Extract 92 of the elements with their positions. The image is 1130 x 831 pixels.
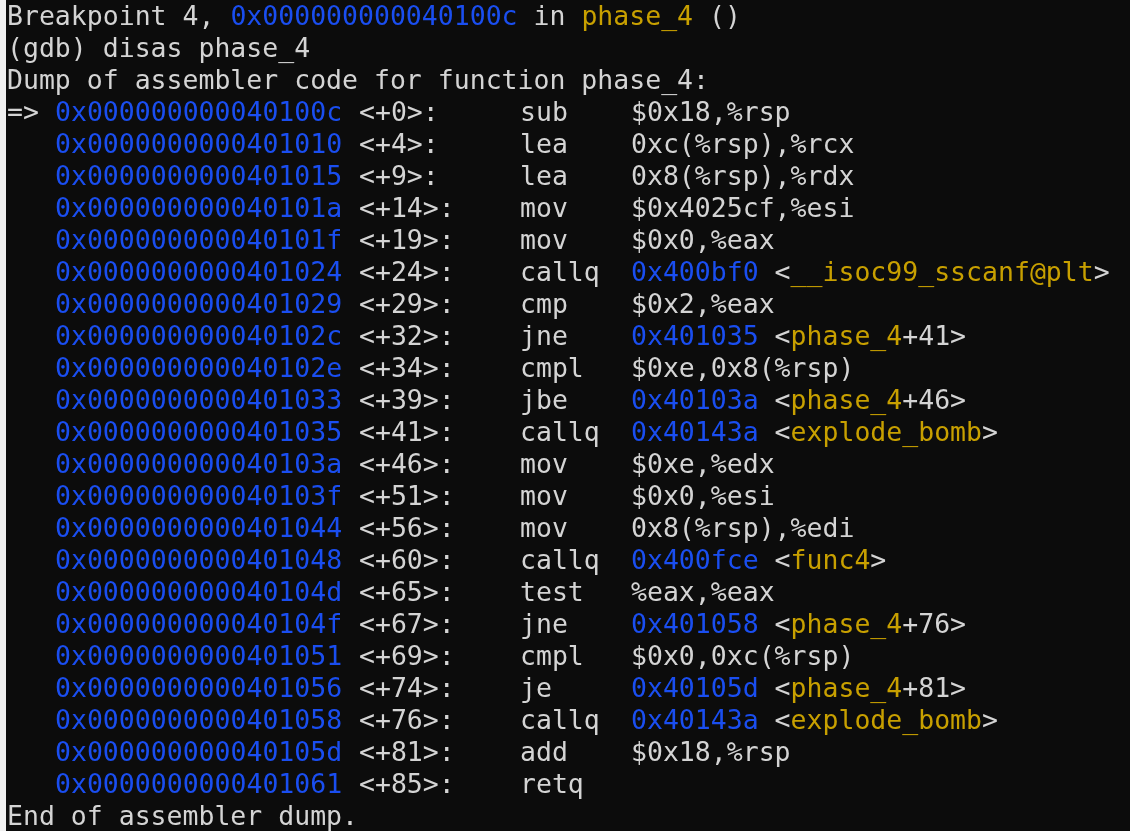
instruction-mnemonic: mov [520, 512, 568, 543]
instruction-operands: $0x18,%rsp [631, 736, 791, 768]
instruction-offset: <+85>: [359, 768, 455, 799]
instruction-operands: 0x40143a <explode_bomb> [631, 704, 998, 736]
instruction-offset: <+34>: [359, 352, 455, 383]
instruction-offset: <+69>: [359, 640, 455, 671]
instruction-address: 0x000000000040104d [55, 576, 343, 607]
instruction-operands: %eax,%eax [631, 576, 775, 608]
instruction-address: 0x000000000040105d [55, 736, 343, 767]
instruction-offset: <+81>: [359, 736, 455, 767]
instruction-offset: <+19>: [359, 224, 455, 255]
instruction-address: 0x000000000040100c [55, 96, 343, 127]
instruction-operands: $0x4025cf,%esi [631, 192, 855, 224]
instruction-mnemonic: mov [520, 480, 568, 511]
instruction-mnemonic: cmp [520, 288, 568, 319]
instruction-address: 0x000000000040101a [55, 192, 343, 223]
instruction-offset: <+14>: [359, 192, 455, 223]
instruction-operands: $0x2,%eax [631, 288, 775, 320]
instruction-mnemonic: callq [520, 544, 600, 575]
instruction-offset: <+0>: [359, 96, 439, 127]
instruction-mnemonic: jbe [520, 384, 568, 415]
current-instruction-arrow: => [7, 96, 39, 127]
instruction-offset: <+32>: [359, 320, 455, 351]
instruction-address: 0x000000000040102c [55, 320, 343, 351]
instruction-operands: 0x40105d <phase_4+81> [631, 672, 967, 704]
instruction-mnemonic: jne [520, 320, 568, 351]
instruction-operands: $0xe,%edx [631, 448, 775, 480]
instruction-address: 0x0000000000401010 [55, 128, 343, 159]
instruction-offset: <+76>: [359, 704, 455, 735]
instruction-mnemonic: callq [520, 256, 600, 287]
instruction-mnemonic: callq [520, 704, 600, 735]
instruction-offset: <+74>: [359, 672, 455, 703]
instruction-offset: <+39>: [359, 384, 455, 415]
instruction-operands: 0x40143a <explode_bomb> [631, 416, 998, 448]
instruction-mnemonic: callq [520, 416, 600, 447]
instruction-offset: <+29>: [359, 288, 455, 319]
instruction-operands: 0x401058 <phase_4+76> [631, 608, 967, 640]
instruction-address: 0x000000000040101f [55, 224, 343, 255]
instruction-offset: <+4>: [359, 128, 439, 159]
instruction-offset: <+65>: [359, 576, 455, 607]
instruction-operands: 0x400bf0 <__isoc99_sscanf@plt> [631, 256, 1110, 288]
instruction-operands: 0x400fce <func4> [631, 544, 887, 576]
instruction-address: 0x000000000040102e [55, 352, 343, 383]
instruction-operands: 0x401035 <phase_4+41> [631, 320, 967, 352]
instruction-address: 0x000000000040103f [55, 480, 343, 511]
instruction-operands: $0x0,0xc(%rsp) [631, 640, 855, 672]
instruction-operands: $0x18,%rsp [631, 96, 791, 128]
instruction-operands: $0x0,%eax [631, 224, 775, 256]
instruction-mnemonic: mov [520, 192, 568, 223]
instruction-mnemonic: mov [520, 224, 568, 255]
instruction-address: 0x0000000000401035 [55, 416, 343, 447]
instruction-address: 0x0000000000401015 [55, 160, 343, 191]
instruction-offset: <+9>: [359, 160, 439, 191]
instruction-offset: <+56>: [359, 512, 455, 543]
instruction-address: 0x000000000040103a [55, 448, 343, 479]
instruction-mnemonic: sub [520, 96, 568, 127]
instruction-mnemonic: lea [520, 128, 568, 159]
instruction-address: 0x0000000000401024 [55, 256, 343, 287]
instruction-operands: 0x40103a <phase_4+46> [631, 384, 967, 416]
instruction-mnemonic: mov [520, 448, 568, 479]
instruction-operands: 0x8(%rsp),%rdx [631, 160, 855, 192]
instruction-offset: <+24>: [359, 256, 455, 287]
instruction-offset: <+41>: [359, 416, 455, 447]
instruction-mnemonic: cmpl [520, 640, 584, 671]
instruction-mnemonic: je [520, 672, 552, 703]
instruction-mnemonic: jne [520, 608, 568, 639]
instruction-operands: $0xe,0x8(%rsp) [631, 352, 855, 384]
instruction-address: 0x0000000000401048 [55, 544, 343, 575]
instruction-address: 0x0000000000401056 [55, 672, 343, 703]
instruction-mnemonic: lea [520, 160, 568, 191]
instruction-operands: 0x8(%rsp),%edi [631, 512, 855, 544]
instruction-offset: <+60>: [359, 544, 455, 575]
instruction-offset: <+51>: [359, 480, 455, 511]
terminal-line: (gdb) disas phase_4 [7, 32, 311, 63]
instruction-mnemonic: retq [520, 768, 584, 799]
instruction-mnemonic: add [520, 736, 568, 767]
instruction-address: 0x0000000000401061 [55, 768, 343, 799]
instruction-address: 0x000000000040104f [55, 608, 343, 639]
instruction-address: 0x0000000000401051 [55, 640, 343, 671]
instruction-address: 0x0000000000401058 [55, 704, 343, 735]
instruction-mnemonic: cmpl [520, 352, 584, 383]
terminal-line: Dump of assembler code for function phase_4: [7, 64, 709, 95]
terminal-line: End of assembler dump. [7, 800, 358, 831]
instruction-operands: $0x0,%esi [631, 480, 775, 512]
terminal-line: Breakpoint 4, 0x000000000040100c in phase_4 () [7, 0, 741, 31]
instruction-offset: <+67>: [359, 608, 455, 639]
instruction-mnemonic: test [520, 576, 584, 607]
instruction-address: 0x0000000000401033 [55, 384, 343, 415]
instruction-address: 0x0000000000401044 [55, 512, 343, 543]
instruction-address: 0x0000000000401029 [55, 288, 343, 319]
instruction-offset: <+46>: [359, 448, 455, 479]
instruction-operands: 0xc(%rsp),%rcx [631, 128, 855, 160]
